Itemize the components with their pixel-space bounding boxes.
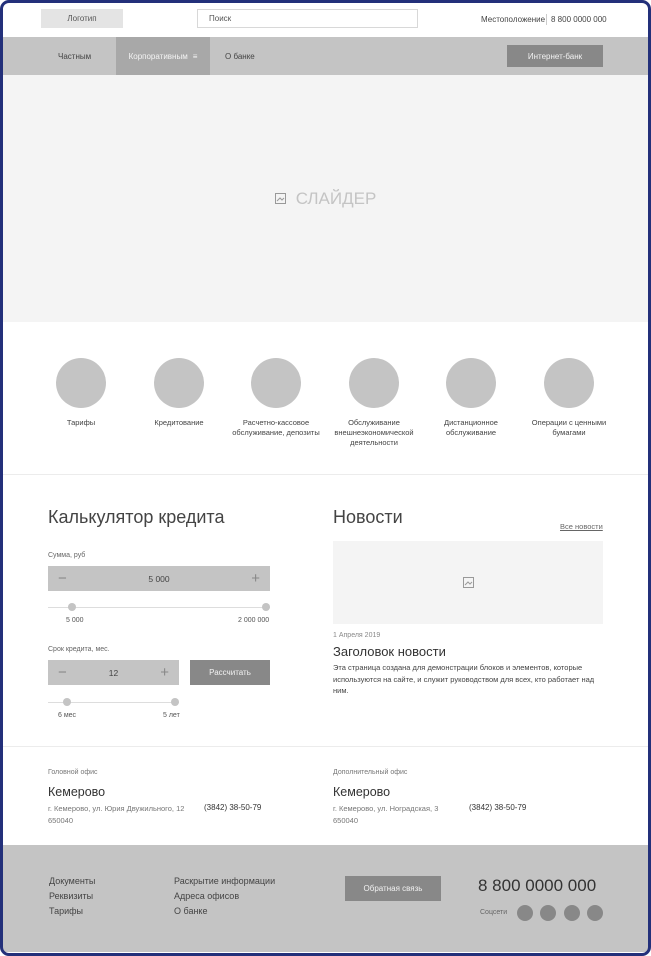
plus-icon[interactable]: + [251,570,260,587]
term-slider[interactable] [48,698,179,706]
footer-link[interactable]: Тарифы [49,904,95,919]
office-card: Головной офис Кемерово г. Кемерово, ул. … [48,769,308,827]
office-zip: 650040 [333,816,359,825]
footer-col-1: Документы Реквизиты Тарифы [49,874,95,919]
internet-bank-button[interactable]: Интернет-банк [507,45,603,67]
term-label: Срок кредита, мес. [48,646,110,653]
footer-phone[interactable]: 8 800 0000 000 [478,876,596,896]
calculate-button[interactable]: Рассчитать [190,660,270,685]
nav-about[interactable]: О банке [225,37,255,75]
social-icon[interactable] [564,905,580,921]
service-icon [154,358,204,408]
slider-label: СЛАЙДЕР [295,188,377,208]
news-title: Новости [333,507,403,527]
office-zip: 650040 [48,816,74,825]
service-label: Кредитование [154,418,204,427]
logo[interactable]: Логотип [41,9,123,28]
service-label: Операции с ценными бумагами [531,418,607,437]
footer-link[interactable]: Документы [49,874,95,889]
image-icon [274,193,286,204]
service-label: Дистанционное обслуживание [444,418,498,437]
news-image[interactable] [333,541,603,624]
service-icon [446,358,496,408]
office-type: Головной офис [48,769,98,776]
office-phone[interactable]: (3842) 38-50-79 [469,803,526,827]
term-max: 5 лет [163,712,180,719]
office-address: г. Кемерово, ул. Ноградская, 3 [333,804,439,813]
office-address: г. Кемерово, ул. Юрия Двужильного, 12 [48,804,185,813]
divider [3,746,648,747]
minus-icon[interactable]: − [58,664,67,681]
term-stepper[interactable]: − 12 + [48,660,179,685]
office-city: Кемерово [48,785,106,799]
nav-corporate-label: Корпоративным [128,51,188,61]
sum-stepper[interactable]: − 5 000 + [48,566,270,591]
term-value: 12 [108,667,119,678]
service-icon [251,358,301,408]
slider-handle[interactable] [171,698,179,706]
office-city: Кемерово [333,785,391,799]
footer-col-2: Раскрытие информации Адреса офисов О бан… [174,874,275,919]
news-date: 1 Апреля 2019 [333,632,381,639]
service-item[interactable]: Тарифы [36,358,126,428]
service-label: Обслуживание внешнеэкономической деятель… [334,418,414,447]
office-type: Дополнительный офис [333,769,408,776]
service-item[interactable]: Расчетно-кассовое обслуживание, депозиты [231,358,321,438]
slider-handle[interactable] [68,603,76,611]
location-link[interactable]: Местоположение [481,15,545,24]
social-icon[interactable] [517,905,533,921]
social-icon[interactable] [540,905,556,921]
service-item[interactable]: Обслуживание внешнеэкономической деятель… [329,358,419,447]
social-icon[interactable] [587,905,603,921]
sum-max: 2 000 000 [238,617,270,624]
nav-private[interactable]: Частным [58,37,91,75]
all-news-link[interactable]: Все новости [560,522,603,531]
sum-slider[interactable] [48,603,270,611]
footer-link[interactable]: Реквизиты [49,889,95,904]
slider-handle[interactable] [63,698,71,706]
office-card: Дополнительный офис Кемерово г. Кемерово… [333,769,593,827]
header-phone[interactable]: 8 800 0000 000 [551,15,607,24]
service-item[interactable]: Кредитование [134,358,224,428]
footer-link[interactable]: Раскрытие информации [174,874,275,889]
menu-icon: ≡ [192,51,198,61]
news-headline[interactable]: Заголовок новости [333,644,446,659]
footer-link[interactable]: Адреса офисов [174,889,275,904]
sum-label: Сумма, руб [48,552,86,559]
footer-link[interactable]: О банке [174,904,275,919]
sum-min: 5 000 [66,617,84,624]
news-text: Эта страница создана для демонстрации бл… [333,663,595,695]
service-icon [349,358,399,408]
footer [3,845,648,952]
plus-icon[interactable]: + [160,664,169,681]
office-phone[interactable]: (3842) 38-50-79 [204,803,261,827]
social-label: Соцсети [480,909,508,916]
sum-value: 5 000 [148,573,170,584]
minus-icon[interactable]: − [58,570,67,587]
service-icon [544,358,594,408]
service-label: Расчетно-кассовое обслуживание, депозиты [232,418,320,437]
service-item[interactable]: Дистанционное обслуживание [426,358,516,438]
slider-handle[interactable] [262,603,270,611]
calculator-title: Калькулятор кредита [48,507,225,527]
term-min: 6 мес [58,712,77,719]
service-item[interactable]: Операции с ценными бумагами [524,358,614,438]
divider [3,474,648,475]
feedback-button[interactable]: Обратная связь [345,876,441,901]
hero-slider[interactable]: СЛАЙДЕР [3,75,648,322]
service-label: Тарифы [66,418,96,427]
nav-corporate[interactable]: Корпоративным ≡ [116,37,210,75]
divider [546,14,547,25]
service-icon [56,358,106,408]
image-icon [462,577,474,588]
search-input[interactable]: Поиск [197,9,418,28]
